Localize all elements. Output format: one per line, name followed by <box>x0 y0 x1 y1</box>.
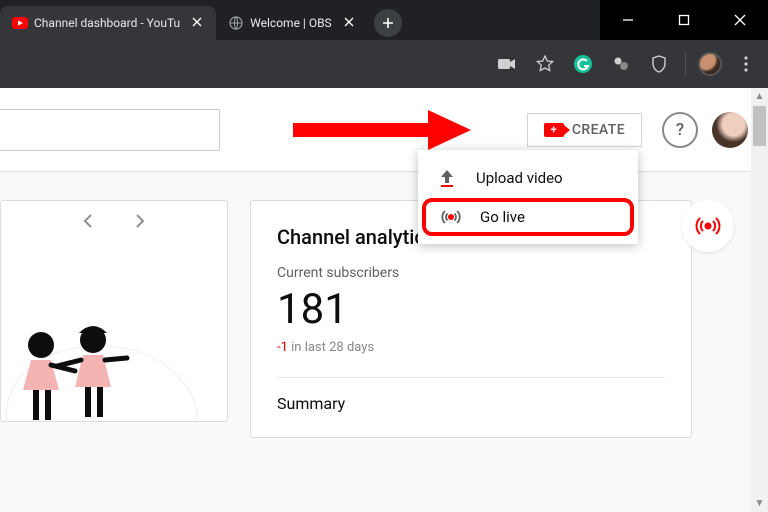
scroll-up-icon[interactable]: ▲ <box>751 88 768 105</box>
toolbar-separator <box>685 52 686 76</box>
new-tab-button[interactable] <box>374 9 402 37</box>
scrollbar-thumb[interactable] <box>753 106 766 146</box>
go-live-item[interactable]: Go live <box>422 198 634 236</box>
scrollbar[interactable]: ▲ ▼ <box>751 88 768 512</box>
scroll-down-icon[interactable]: ▼ <box>751 495 768 512</box>
bookmark-star-icon[interactable] <box>531 50 559 78</box>
help-icon: ? <box>676 120 684 140</box>
page: + CREATE ? <box>0 88 768 512</box>
carousel-card <box>0 200 228 422</box>
channel-avatar[interactable] <box>712 112 748 148</box>
tab-2[interactable]: Welcome | OBS <box>216 6 368 40</box>
youtube-icon <box>12 15 28 31</box>
browser-titlebar: Channel dashboard - YouTu Welcome | OBS <box>0 0 768 40</box>
minimize-button[interactable] <box>600 0 656 40</box>
upload-video-item[interactable]: Upload video <box>418 158 638 198</box>
subscribers-label: Current subscribers <box>277 265 665 281</box>
tab-title: Welcome | OBS <box>250 16 332 30</box>
yt-header: + CREATE ? <box>0 88 768 172</box>
upload-video-label: Upload video <box>476 169 563 187</box>
subscribers-delta: -1 in last 28 days <box>277 340 665 355</box>
camera-icon[interactable] <box>493 50 521 78</box>
close-icon[interactable] <box>192 16 206 30</box>
window-controls <box>600 0 768 40</box>
card-divider <box>277 377 665 378</box>
browser-profile-avatar[interactable] <box>698 52 722 76</box>
go-live-label: Go live <box>480 208 525 226</box>
grammarly-icon[interactable] <box>569 50 597 78</box>
shield-icon[interactable] <box>645 50 673 78</box>
create-button[interactable]: + CREATE <box>527 113 642 147</box>
globe-icon <box>228 15 244 31</box>
kebab-menu-icon[interactable] <box>732 50 760 78</box>
broadcast-icon <box>440 208 462 226</box>
summary-heading: Summary <box>277 394 665 413</box>
live-shortcut-button[interactable] <box>682 200 734 252</box>
close-icon[interactable] <box>344 16 358 30</box>
dashboard-content: Channel analytics Current subscribers 18… <box>0 172 768 438</box>
browser-toolbar <box>0 40 768 88</box>
extension-icon[interactable] <box>607 50 635 78</box>
camera-create-icon: + <box>544 123 564 137</box>
tab-1[interactable]: Channel dashboard - YouTu <box>0 6 216 40</box>
illustration <box>0 275 211 422</box>
tab-title: Channel dashboard - YouTu <box>34 16 180 30</box>
subscribers-count: 181 <box>277 285 665 334</box>
create-dropdown: Upload video Go live <box>418 150 638 244</box>
carousel-next-button[interactable] <box>134 213 146 234</box>
carousel-prev-button[interactable] <box>82 213 94 234</box>
upload-icon <box>436 168 458 188</box>
delta-value: -1 <box>277 340 288 355</box>
create-button-label: CREATE <box>572 122 625 138</box>
help-button[interactable]: ? <box>662 112 698 148</box>
search-input[interactable] <box>0 109 220 151</box>
broadcast-icon <box>695 215 721 237</box>
close-window-button[interactable] <box>712 0 768 40</box>
maximize-button[interactable] <box>656 0 712 40</box>
delta-suffix: in last 28 days <box>288 340 374 355</box>
